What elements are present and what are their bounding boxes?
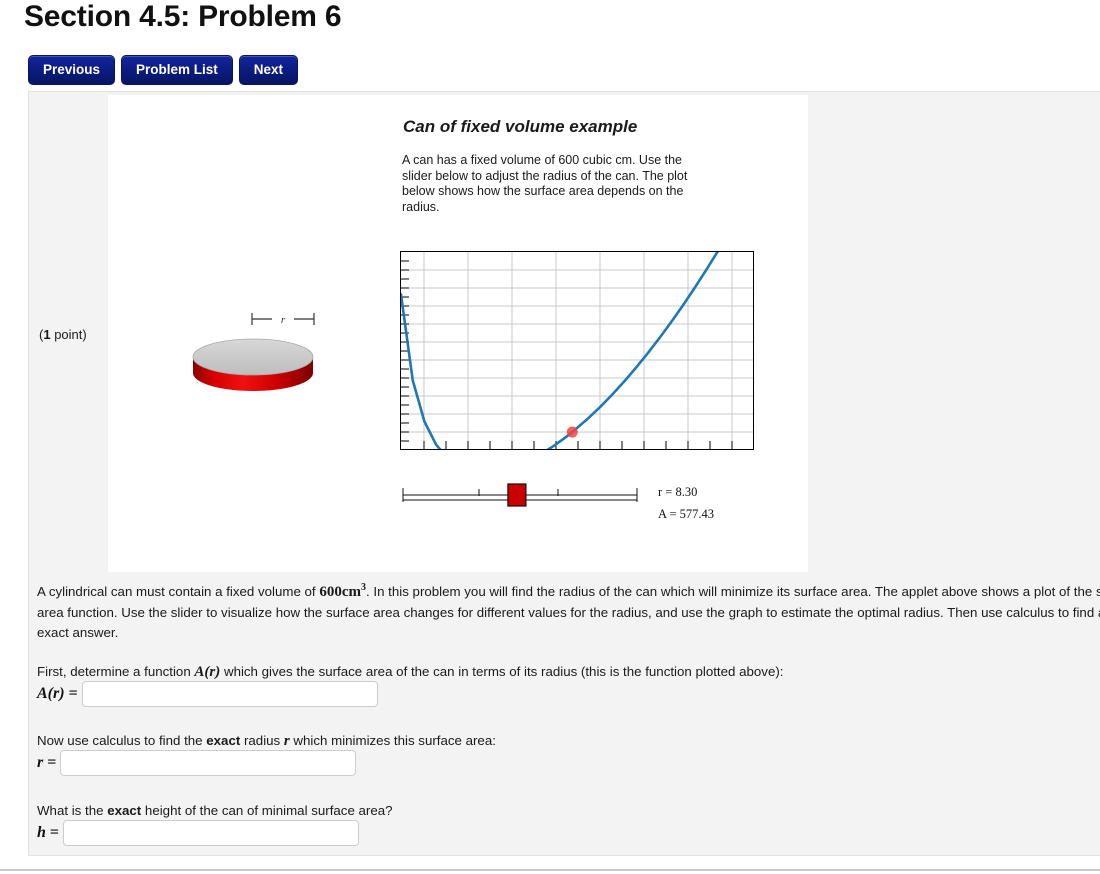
plot-svg [399, 210, 755, 474]
interactive-applet[interactable]: Can of fixed volume example A can has a … [108, 95, 808, 572]
q1-pre: First, determine a function [37, 664, 195, 679]
applet-title: Can of fixed volume example [403, 117, 638, 136]
surface-area-plot [399, 210, 755, 474]
q3-post: height of the can of minimal surface are… [141, 803, 393, 818]
point-value: 1 [43, 327, 51, 342]
q2-bold: exact [206, 733, 241, 748]
plot-x-ticks [423, 441, 733, 449]
footer-divider [0, 869, 1100, 871]
area-readout: A = 577.43 [658, 507, 715, 521]
answer-row-area-function: A(r) = [37, 681, 378, 707]
applet-description: A can has a fixed volume of 600 cubic cm… [402, 153, 688, 214]
problem-list-button[interactable]: Problem List [121, 55, 233, 85]
exact-height-input[interactable] [63, 820, 360, 846]
statement-pre: A cylindrical can must contain a fixed v… [37, 584, 320, 599]
volume-math: 600cm3 [319, 582, 366, 600]
q1-math: A(r) [194, 664, 221, 680]
answer-label-r: r [37, 754, 44, 771]
problem-page: Section 4.5: Problem 6 Previous Problem … [0, 0, 1100, 874]
q3-pre: What is the [37, 803, 108, 818]
page-title: Section 4.5: Problem 6 [24, 0, 342, 33]
next-button[interactable]: Next [238, 55, 299, 85]
can-top [192, 338, 314, 376]
radius-slider[interactable] [400, 480, 640, 510]
radius-readout: r = 8.30 [658, 485, 698, 499]
point-suffix: point) [50, 327, 87, 342]
q2-pre: Now use calculus to find the [37, 733, 207, 748]
surface-area-curve [399, 210, 755, 474]
problem-statement: A cylindrical can must contain a fixed v… [37, 578, 1100, 644]
can-illustration: r [188, 295, 418, 405]
q1-post: which gives the surface area of the can … [220, 664, 784, 679]
question-1-text: First, determine a function A(r) which g… [37, 662, 783, 682]
point-value-label: (1 point) [39, 327, 87, 342]
question-2-text: Now use calculus to find the exact radiu… [37, 731, 496, 751]
problem-navigation: Previous Problem List Next [28, 55, 299, 85]
slider-handle[interactable] [507, 483, 527, 507]
equals-sign-3: = [49, 824, 60, 841]
q2-mid: radius [240, 733, 284, 748]
answer-label-A: A(r) [37, 685, 65, 702]
answer-row-exact-radius: r = [37, 750, 357, 776]
answer-label-h: h [37, 824, 46, 841]
question-3-text: What is the exact height of the can of m… [37, 801, 393, 820]
equals-sign-1: = [68, 685, 78, 702]
current-value-marker [566, 426, 578, 438]
previous-button[interactable]: Previous [28, 55, 116, 85]
area-function-input[interactable] [81, 681, 378, 707]
can-radius-label: r [281, 314, 286, 326]
q2-post: which minimizes this surface area: [289, 733, 496, 748]
answer-row-exact-height: h = [37, 820, 360, 846]
q3-bold: exact [107, 803, 142, 818]
equals-sign-2: = [47, 754, 57, 771]
exact-radius-input[interactable] [60, 750, 357, 776]
